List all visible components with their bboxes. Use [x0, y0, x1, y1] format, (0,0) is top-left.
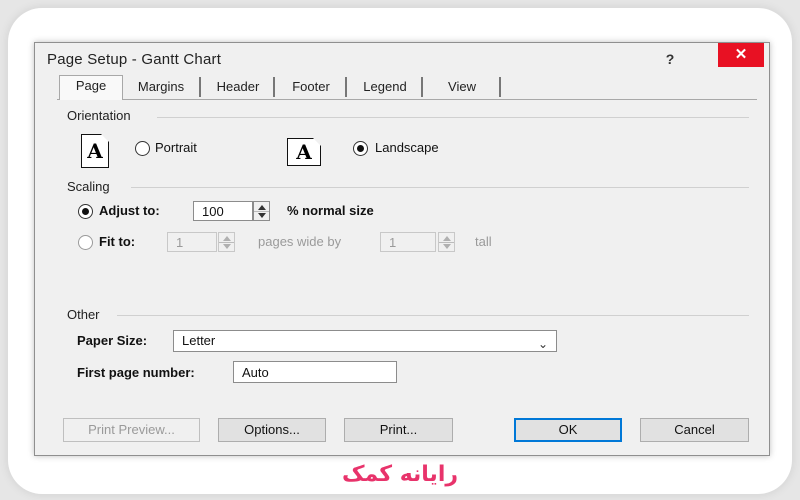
spin-divider [439, 242, 454, 243]
normal-size-label: % normal size [287, 203, 374, 218]
tab-header[interactable]: Header [203, 77, 275, 97]
portrait-radio[interactable] [135, 141, 150, 156]
spin-divider [254, 211, 269, 212]
landscape-icon-letter: A [296, 140, 312, 164]
portrait-label[interactable]: Portrait [155, 140, 197, 155]
chevron-down-icon[interactable]: ⌄ [538, 334, 548, 354]
portrait-icon-letter: A [87, 139, 103, 163]
fit-to-radio[interactable] [78, 235, 93, 250]
landscape-radio[interactable] [353, 141, 368, 156]
help-button[interactable]: ? [658, 48, 682, 70]
watermark-text: رایانه کمک [341, 462, 459, 487]
spin-down-icon[interactable] [443, 244, 451, 249]
tab-margins[interactable]: Margins [123, 77, 201, 97]
adjust-to-label[interactable]: Adjust to: [99, 203, 160, 218]
other-section-label: Other [67, 307, 100, 322]
cancel-button[interactable]: Cancel [640, 418, 749, 442]
first-page-number-label: First page number: [77, 365, 195, 380]
spin-up-icon[interactable] [258, 205, 266, 210]
landscape-label[interactable]: Landscape [375, 140, 439, 155]
tab-page[interactable]: Page [59, 75, 123, 100]
paper-size-select[interactable]: Letter ⌄ [173, 330, 557, 352]
print-button[interactable]: Print... [344, 418, 453, 442]
pages-tall-input[interactable]: 1 [380, 232, 436, 252]
page-fold-shape [101, 134, 109, 142]
orientation-divider [157, 117, 749, 118]
paper-size-label: Paper Size: [77, 333, 148, 348]
scaling-divider [131, 187, 749, 188]
other-divider [117, 315, 749, 316]
fit-to-label[interactable]: Fit to: [99, 234, 135, 249]
pages-wide-input[interactable]: 1 [167, 232, 217, 252]
ok-button[interactable]: OK [514, 418, 622, 442]
adjust-percent-input[interactable]: 100 [193, 201, 253, 221]
adjust-percent-spinner[interactable] [253, 201, 270, 221]
print-preview-button[interactable]: Print Preview... [63, 418, 200, 442]
tab-footer[interactable]: Footer [277, 77, 347, 97]
close-button[interactable]: ✕ [718, 43, 764, 67]
pages-wide-spinner[interactable] [218, 232, 235, 252]
landscape-page-icon: A [287, 138, 321, 166]
spin-down-icon[interactable] [223, 244, 231, 249]
page-setup-dialog: Page Setup - Gantt Chart ? ✕ Page Margin… [34, 42, 770, 456]
spin-up-icon[interactable] [443, 236, 451, 241]
spin-up-icon[interactable] [223, 236, 231, 241]
options-button[interactable]: Options... [218, 418, 326, 442]
pages-wide-label: pages wide by [258, 234, 342, 249]
spin-divider [219, 242, 234, 243]
pages-tall-spinner[interactable] [438, 232, 455, 252]
orientation-section-label: Orientation [67, 108, 131, 123]
tab-view[interactable]: View [425, 77, 501, 97]
portrait-page-icon: A [81, 134, 109, 168]
spin-down-icon[interactable] [258, 213, 266, 218]
scaling-section-label: Scaling [67, 179, 110, 194]
tab-legend[interactable]: Legend [349, 77, 423, 97]
dialog-title: Page Setup - Gantt Chart [47, 51, 222, 68]
watermark-logo: رایانه کمک [330, 462, 470, 487]
paper-size-value: Letter [182, 333, 216, 348]
page-tab-panel: Orientation A Portrait A Landscape Scali… [57, 100, 757, 400]
tall-label: tall [475, 234, 492, 249]
adjust-to-radio[interactable] [78, 204, 93, 219]
title-bar: Page Setup - Gantt Chart ? ✕ [35, 43, 769, 75]
page-fold-shape [313, 138, 321, 146]
first-page-number-input[interactable]: Auto [233, 361, 397, 383]
